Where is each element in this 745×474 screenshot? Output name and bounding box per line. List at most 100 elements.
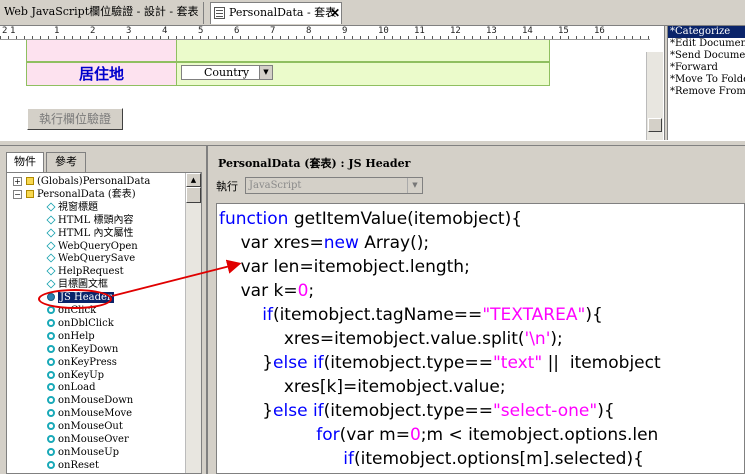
code-text: Array(); [358, 233, 430, 253]
event-circle-icon [47, 422, 55, 431]
action-item[interactable]: *Categorize [668, 26, 745, 38]
tree-scrollbar[interactable]: ▲ [185, 173, 201, 473]
code-text: || itemobject [542, 353, 661, 373]
code-keyword: for [316, 425, 340, 445]
action-item[interactable]: *Edit Document [668, 38, 745, 50]
tree-item-label: onMouseOut [58, 421, 123, 433]
code-panel: PersonalData (套表) : JS Header 執行 JavaScr… [210, 146, 745, 474]
code-literal: "TEXTAREA" [482, 305, 586, 325]
language-select-value: JavaScript [249, 180, 302, 191]
chevron-down-icon[interactable]: ▼ [407, 178, 422, 193]
action-item[interactable]: *Forward [668, 62, 745, 74]
code-text: (var m= [339, 425, 410, 445]
tab-objects[interactable]: 物件 [6, 152, 44, 172]
expand-icon[interactable]: + [13, 177, 22, 186]
code-line: if(itemobject.options[m].selected){ [219, 447, 644, 471]
action-item[interactable]: *Send Document [668, 50, 745, 62]
event-circle-icon [47, 331, 55, 340]
event-circle-icon [47, 460, 55, 469]
tree-item-label: onMouseOver [58, 434, 129, 445]
tab-personaldata[interactable]: PersonalData - 套表 ✕ [210, 2, 342, 24]
chevron-down-icon[interactable]: ▼ [259, 66, 272, 79]
tree-item-label: onKeyPress [58, 356, 117, 368]
tree-item[interactable]: onKeyPress [47, 356, 117, 369]
tree-item-label: onMouseDown [58, 395, 134, 407]
ruler-mark: 13 [486, 26, 497, 36]
tree-item[interactable]: − PersonalData (套表) [13, 188, 136, 201]
tree-item[interactable]: WebQuerySave [46, 252, 135, 265]
event-circle-icon [47, 435, 55, 443]
tree-item-label: WebQueryOpen [58, 240, 138, 252]
tree-item[interactable]: + (Globals)PersonalData [13, 175, 150, 188]
collapse-icon[interactable]: − [13, 189, 22, 199]
code-editor[interactable]: function getItemValue(itemobject){ var x… [216, 203, 745, 474]
ruler-mark: 9 [342, 26, 348, 36]
language-select[interactable]: JavaScript ▼ [245, 177, 423, 194]
event-circle-icon [47, 344, 55, 353]
tree-item[interactable]: HTML 內文屬性 [46, 227, 133, 240]
ruler-mark: 6 [234, 26, 240, 36]
tree-item[interactable]: onKeyUp [47, 369, 104, 382]
tree-item[interactable]: HTML 標頭內容 [46, 214, 133, 227]
tree-item[interactable]: onReset [47, 459, 99, 472]
scrollbar-thumb[interactable] [648, 118, 662, 132]
code-keyword: else if [273, 353, 324, 373]
tree-item[interactable]: onHelp [47, 330, 95, 343]
tab-design[interactable]: Web JavaScript欄位驗證 - 設計 - 套表 [0, 2, 204, 24]
tree-item[interactable]: onMouseMove [47, 407, 132, 420]
code-keyword: function [219, 209, 289, 229]
tree-item[interactable]: HelpRequest [46, 265, 124, 278]
code-text: ); [550, 329, 563, 349]
tree-item[interactable]: onLoad [47, 381, 96, 394]
design-scrollbar[interactable]: ▼ [646, 52, 663, 140]
tree-item[interactable]: onMouseDown [47, 394, 133, 407]
ruler-mark: 2 [90, 26, 96, 36]
code-line: if(itemobject.tagName=="TEXTAREA"){ [219, 303, 603, 327]
tree-item-label: (Globals)PersonalData [37, 176, 151, 187]
event-circle-icon [47, 396, 55, 405]
code-literal: '\n' [524, 329, 551, 349]
tree-item-label: onKeyDown [58, 343, 119, 355]
ruler-mark: 5 [198, 26, 204, 36]
close-icon[interactable]: ✕ [330, 3, 340, 23]
code-literal: "text" [492, 353, 543, 373]
code-line: function getItemValue(itemobject){ [219, 207, 522, 231]
ruler-mark: 7 [270, 26, 276, 36]
tree-item-label: HelpRequest [58, 266, 124, 278]
ruler-mark: 2 [2, 26, 8, 36]
action-item[interactable]: *Remove From Folder [668, 86, 745, 98]
tree-item[interactable]: WebQueryOpen [46, 240, 138, 253]
tree-item[interactable]: onMouseUp [47, 446, 119, 459]
tab-reference[interactable]: 參考 [46, 152, 86, 172]
scrollbar-thumb[interactable] [186, 187, 201, 203]
form-field-cell [177, 40, 549, 61]
tree-item[interactable]: onKeyDown [47, 343, 118, 356]
property-diamond-icon [46, 215, 56, 225]
object-tree: + (Globals)PersonalData − PersonalData (套表)… [6, 172, 202, 474]
form-row-residence: 居住地 Country ▼ [26, 62, 550, 86]
ruler-mark: 14 [522, 26, 533, 36]
property-diamond-icon [46, 266, 56, 276]
annotation-ellipse [38, 289, 112, 309]
scroll-up-arrow-icon[interactable]: ▲ [186, 173, 201, 187]
form-icon [214, 7, 225, 19]
ruler-mark: 11 [414, 26, 425, 36]
tree-item-label: PersonalData (套表) [37, 188, 136, 200]
validate-fields-button[interactable]: 執行欄位驗證 [27, 108, 123, 130]
tree-item[interactable]: 視窗標題 [46, 201, 98, 214]
country-select[interactable]: Country ▼ [181, 65, 273, 80]
code-line: xres[k]=itemobject.value; [219, 375, 506, 399]
tree-item[interactable]: onMouseOut [47, 420, 123, 433]
tree-item[interactable]: onDblClick [47, 317, 114, 330]
code-keyword: if [343, 449, 355, 469]
code-keyword: new [323, 233, 359, 253]
code-keyword: else if [273, 401, 324, 421]
event-circle-icon [47, 370, 55, 379]
tree-item[interactable]: onMouseOver [47, 433, 129, 446]
code-text: ;m < itemobject.options.len [420, 425, 659, 445]
action-item[interactable]: *Move To Folder [668, 74, 745, 86]
code-text: var xres= [219, 233, 324, 253]
tree-item-label: onMouseMove [58, 408, 133, 420]
